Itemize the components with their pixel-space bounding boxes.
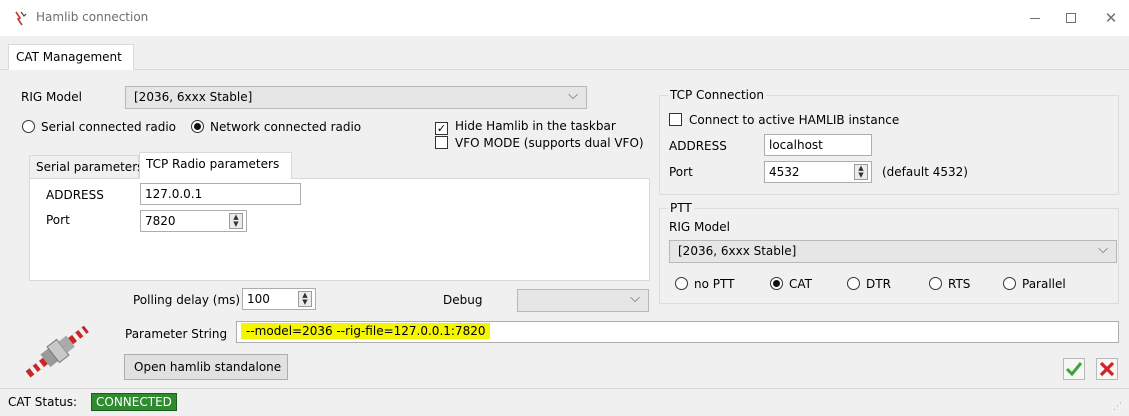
chevron-down-icon: ⌵: [630, 291, 640, 306]
connect-hamlib-box: [669, 113, 682, 126]
cat-status-label: CAT Status:: [8, 395, 78, 409]
tcp-port-value: 4532: [769, 165, 800, 179]
vfo-mode-box: [435, 136, 448, 149]
debug-select[interactable]: ⌵: [517, 289, 649, 312]
tcp-radio-address-input[interactable]: 127.0.0.1: [140, 183, 301, 205]
accept-button[interactable]: [1063, 358, 1085, 380]
ptt-option-label: CAT: [789, 277, 812, 291]
checkmark-icon: ✓: [435, 122, 448, 135]
ptt-option-dtr[interactable]: DTR: [847, 277, 891, 291]
ptt-rig-model-select[interactable]: [2036, 6xxx Stable] ⌵: [669, 240, 1117, 263]
ptt-option-rts[interactable]: RTS: [929, 277, 970, 291]
spinner-arrows-icon[interactable]: ▲ ▼: [298, 291, 312, 307]
title-bar: [0, 0, 1129, 36]
ptt-option-no-ptt[interactable]: no PTT: [675, 277, 734, 291]
radio-network-indicator: [191, 120, 204, 133]
minimize-icon: [1030, 17, 1040, 19]
tcp-radio-port-value: 7820: [145, 214, 176, 228]
vfo-mode-label: VFO MODE (supports dual VFO): [455, 136, 644, 150]
tab-join: [140, 177, 291, 180]
parameter-string-label: Parameter String: [125, 327, 228, 341]
tcp-address-label: ADDRESS: [669, 139, 727, 153]
parameter-string-input[interactable]: --model=2036 --rig-file=127.0.0.1:7820: [236, 321, 1119, 343]
tcp-connection-title: TCP Connection: [668, 88, 766, 102]
chevron-down-icon: ⌵: [1098, 242, 1108, 257]
ptt-title: PTT: [668, 201, 694, 215]
red-x-icon: [1099, 361, 1115, 377]
connect-hamlib-checkbox[interactable]: Connect to active HAMLIB instance: [669, 113, 899, 127]
ptt-option-cat[interactable]: CAT: [770, 277, 812, 291]
radio-serial-label: Serial connected radio: [41, 120, 176, 134]
radio-network-connected[interactable]: Network connected radio: [191, 120, 361, 134]
ptt-option-label: Parallel: [1022, 277, 1066, 291]
window-title: Hamlib connection: [36, 10, 149, 24]
rig-model-label: RIG Model: [21, 90, 83, 104]
ptt-rig-model-value: [2036, 6xxx Stable]: [678, 244, 797, 258]
radio-serial-connected[interactable]: Serial connected radio: [22, 120, 176, 134]
tcp-radio-port-label: Port: [46, 213, 70, 227]
debug-label: Debug: [443, 293, 483, 307]
connect-hamlib-label: Connect to active HAMLIB instance: [689, 113, 900, 127]
tcp-port-label: Port: [669, 165, 693, 179]
hide-hamlib-label: Hide Hamlib in the taskbar: [455, 119, 616, 133]
cancel-button[interactable]: [1096, 358, 1118, 380]
rig-model-value: [2036, 6xxx Stable]: [134, 90, 253, 104]
radio-serial-indicator: [22, 120, 35, 133]
spinner-arrows-icon[interactable]: ▲ ▼: [854, 164, 868, 180]
tcp-radio-panel: [29, 178, 650, 281]
polling-delay-label: Polling delay (ms): [133, 293, 241, 307]
tcp-port-default: (default 4532): [882, 165, 968, 179]
ptt-option-parallel[interactable]: Parallel: [1003, 277, 1066, 291]
hide-hamlib-checkbox[interactable]: ✓ Hide Hamlib in the taskbar: [435, 119, 616, 135]
radio-indicator: [675, 277, 688, 290]
ptt-option-label: RTS: [948, 277, 971, 291]
open-hamlib-standalone-button[interactable]: Open hamlib standalone: [124, 354, 288, 380]
spinner-arrows-icon[interactable]: ▲ ▼: [229, 213, 243, 229]
vfo-mode-checkbox[interactable]: VFO MODE (supports dual VFO): [435, 136, 644, 150]
maximize-icon: [1066, 13, 1076, 23]
radio-indicator: [929, 277, 942, 290]
tab-serial-parameters[interactable]: Serial parameters: [29, 155, 143, 179]
green-check-icon: [1065, 362, 1083, 377]
close-icon: ✕: [1104, 9, 1118, 27]
radio-indicator: [770, 277, 783, 290]
radio-indicator: [847, 277, 860, 290]
tab-cat-management[interactable]: CAT Management: [8, 44, 134, 71]
status-badge: CONNECTED: [91, 393, 177, 411]
polling-delay-stepper[interactable]: 100 ▲ ▼: [242, 288, 316, 310]
radio-indicator: [1003, 277, 1016, 290]
tcp-connection-group: [659, 95, 1119, 195]
tcp-radio-address-label: ADDRESS: [46, 188, 104, 202]
polling-delay-value: 100: [247, 292, 270, 306]
rig-model-select[interactable]: [2036, 6xxx Stable] ⌵: [125, 86, 587, 109]
ptt-rig-model-label: RIG Model: [669, 220, 731, 234]
close-button[interactable]: ✕: [1088, 6, 1129, 30]
chevron-down-icon: ⌵: [568, 88, 578, 103]
radio-network-label: Network connected radio: [210, 120, 362, 134]
tab-strip: [0, 36, 1129, 70]
tcp-port-stepper[interactable]: 4532 ▲ ▼: [764, 161, 872, 183]
parameter-string-value: --model=2036 --rig-file=127.0.0.1:7820: [241, 323, 491, 339]
ptt-option-label: DTR: [866, 277, 891, 291]
tcp-radio-port-stepper[interactable]: 7820 ▲ ▼: [140, 210, 247, 232]
antenna-connector-icon: [25, 325, 89, 378]
resize-grip-icon[interactable]: ⋰: [1113, 402, 1122, 412]
ptt-option-label: no PTT: [694, 277, 735, 291]
tab-tcp-radio-parameters[interactable]: TCP Radio parameters: [139, 152, 292, 179]
tcp-address-input[interactable]: localhost: [764, 134, 872, 156]
hamlib-app-icon: [15, 11, 27, 26]
